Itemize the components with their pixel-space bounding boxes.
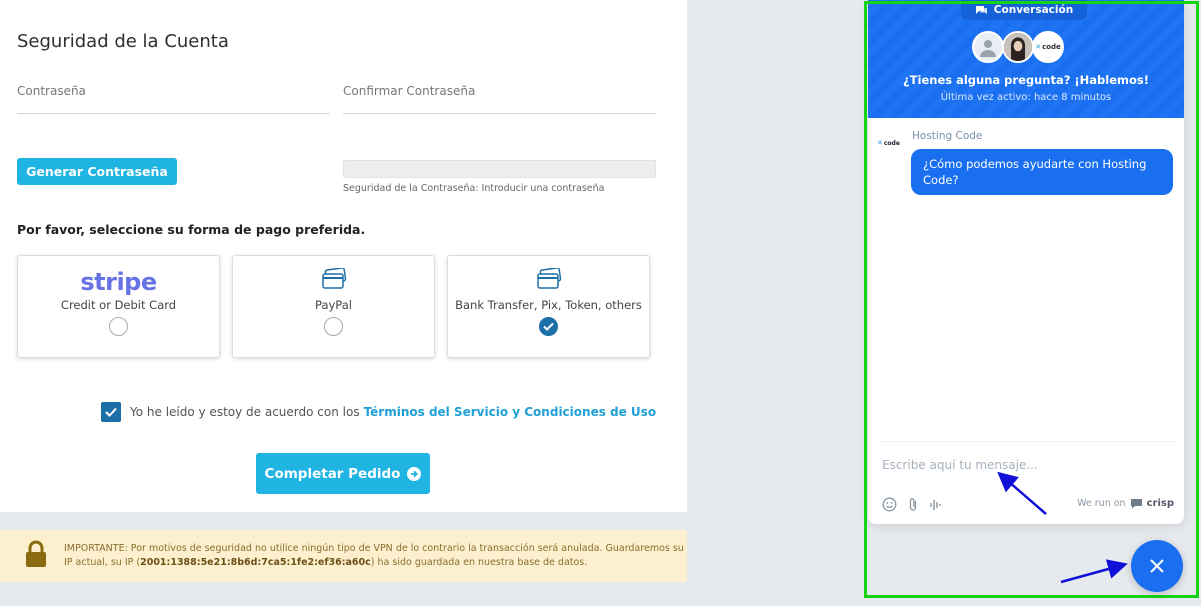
lock-icon (24, 540, 48, 572)
complete-order-label: Completar Pedido (264, 465, 401, 482)
complete-order-button[interactable]: Completar Pedido (256, 453, 430, 494)
payment-option-paypal[interactable]: PayPal (232, 255, 435, 358)
payment-option-bank-transfer[interactable]: Bank Transfer, Pix, Token, others (447, 255, 650, 358)
arrow-circle-right-icon (407, 466, 422, 481)
payment-radio-bank-transfer[interactable] (539, 317, 558, 336)
payment-option-label: Bank Transfer, Pix, Token, others (455, 298, 642, 312)
password-strength-bar (343, 160, 656, 178)
payment-radio-paypal[interactable] (324, 317, 343, 336)
chat-close-button[interactable] (1131, 540, 1183, 592)
payment-heading: Por favor, seleccione su forma de pago p… (17, 222, 366, 237)
warning-text: IMPORTANTE: Por motivos de seguridad no … (64, 542, 687, 570)
password-strength-text: Seguridad de la Contraseña: Introducir u… (343, 183, 605, 194)
section-title: Seguridad de la Cuenta (17, 31, 229, 52)
password-field[interactable]: Contraseña (17, 82, 330, 114)
check-icon (105, 407, 117, 417)
vpn-warning: IMPORTANTE: Por motivos de seguridad no … (0, 530, 687, 582)
terms-checkbox[interactable] (101, 402, 121, 422)
check-icon (543, 322, 554, 331)
payment-option-stripe[interactable]: stripe Credit or Debit Card (17, 255, 220, 358)
highlight-frame (864, 1, 1199, 598)
payment-radio-stripe[interactable] (109, 317, 128, 336)
confirm-password-field[interactable]: Confirmar Contraseña (343, 82, 656, 114)
terms-text: Yo he leído y estoy de acuerdo con los (130, 405, 360, 419)
payment-option-label: PayPal (315, 298, 352, 312)
credit-card-icon (536, 267, 562, 294)
terms-agreement: Yo he leído y estoy de acuerdo con los T… (101, 402, 656, 422)
warning-ip: 2001:1388:5e21:8b6d:7ca5:1fe2:ef36:a60c (140, 557, 371, 568)
terms-link[interactable]: Términos del Servicio y Condiciones de U… (364, 405, 656, 419)
close-icon (1150, 559, 1164, 573)
checkout-page: Seguridad de la Cuenta Contraseña Confir… (0, 0, 687, 512)
credit-card-icon (321, 267, 347, 294)
generate-password-button[interactable]: Generar Contraseña (17, 158, 177, 185)
payment-option-label: Credit or Debit Card (60, 298, 177, 312)
warning-text-after: ) ha sido guardada en nuestra base de da… (370, 557, 588, 568)
stripe-logo: stripe (80, 268, 157, 296)
